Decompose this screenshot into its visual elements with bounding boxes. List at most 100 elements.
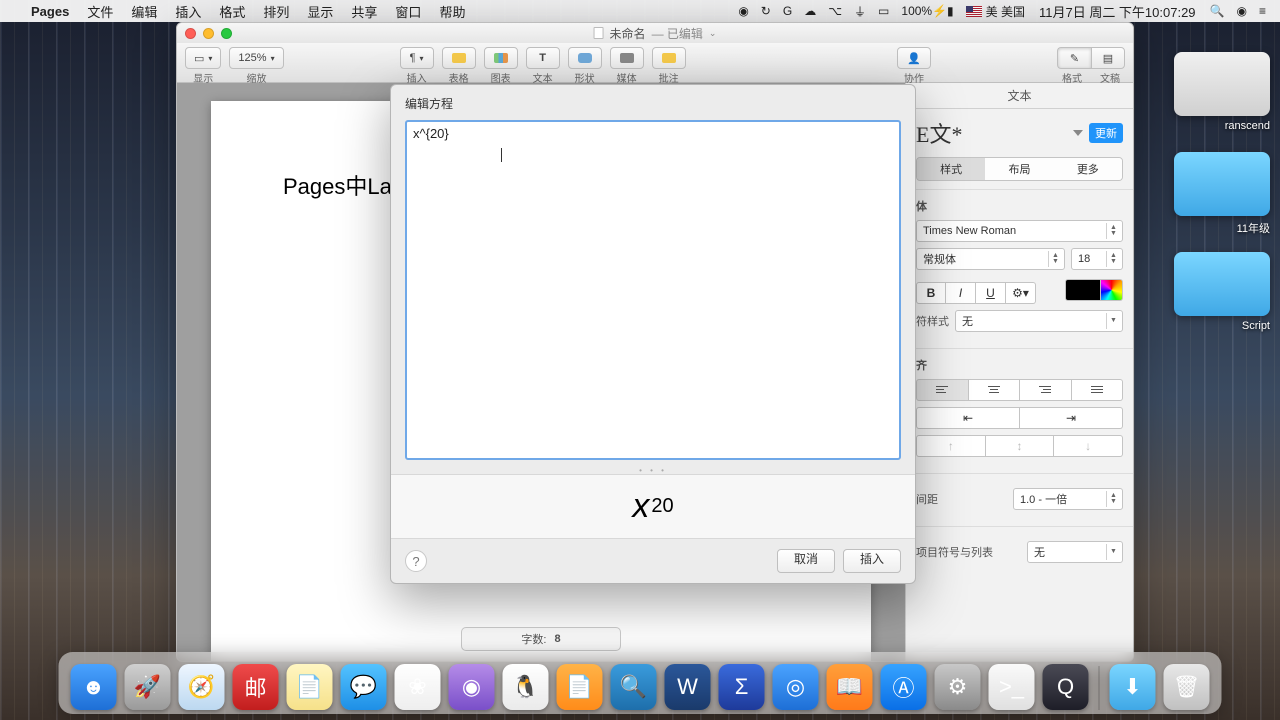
fullscreen-button[interactable] <box>221 28 232 39</box>
menu-arrange[interactable]: 排列 <box>254 2 298 21</box>
font-size-stepper[interactable]: 18 ▲▼ <box>1071 248 1123 270</box>
tab-style[interactable]: 样式 <box>917 158 985 180</box>
desktop-drive[interactable] <box>1174 52 1270 116</box>
menubar-spotlight-icon[interactable]: 🔍 <box>1204 4 1231 18</box>
underline-button[interactable]: U <box>976 282 1006 304</box>
dock-messages[interactable]: 💬 <box>341 664 387 710</box>
menubar-clock[interactable]: 11月7日 周二 下午10:07:29 <box>1031 2 1204 21</box>
menubar-wifi-icon[interactable]: ⏚ <box>848 3 872 20</box>
dock-finder[interactable]: ☻ <box>71 664 117 710</box>
tab-more[interactable]: 更多 <box>1054 158 1122 180</box>
toolbar-format-button[interactable]: ✎ <box>1057 47 1091 69</box>
menubar-logitech-icon[interactable]: G <box>777 4 798 18</box>
dock-podcasts[interactable]: ◉ <box>449 664 495 710</box>
menu-file[interactable]: 文件 <box>78 2 122 21</box>
menubar-bluetooth-icon[interactable]: ⌥ <box>822 4 848 18</box>
dock-launchpad[interactable]: 🚀 <box>125 664 171 710</box>
toolbar-document-button[interactable]: ▤ <box>1091 47 1125 69</box>
paragraph-style-caret-icon[interactable] <box>1073 130 1083 136</box>
update-style-button[interactable]: 更新 <box>1089 123 1123 143</box>
close-button[interactable] <box>185 28 196 39</box>
bold-button[interactable]: B <box>916 282 946 304</box>
menu-format[interactable]: 格式 <box>210 2 254 21</box>
toolbar-shape-button[interactable] <box>568 47 602 69</box>
dock-pages[interactable]: 📄 <box>557 664 603 710</box>
toolbar-collab-button[interactable]: 👤 <box>897 47 931 69</box>
indent-decrease-button[interactable]: ⇤ <box>916 407 1020 429</box>
desktop-folder-2[interactable] <box>1174 252 1270 316</box>
align-center-button[interactable] <box>969 379 1021 401</box>
dock-photos[interactable]: ❀ <box>395 664 441 710</box>
menubar-input-method[interactable]: 美 美国 <box>960 3 1031 20</box>
dock-touchid[interactable]: ◎ <box>773 664 819 710</box>
menubar-cloud-icon[interactable]: ☁ <box>798 4 822 18</box>
dock-qq[interactable]: 🐧 <box>503 664 549 710</box>
toolbar-zoom-button[interactable]: 125%▾ <box>229 47 283 69</box>
toolbar-table-button[interactable] <box>442 47 476 69</box>
titlebar[interactable]: 未命名 — 已编辑 ⌄ <box>177 23 1133 43</box>
toolbar-view-button[interactable]: ▭▾ <box>185 47 221 69</box>
menu-view[interactable]: 显示 <box>298 2 342 21</box>
dock-ibooks[interactable]: 📖 <box>827 664 873 710</box>
title-caret-icon[interactable]: ⌄ <box>709 28 717 39</box>
char-style-label: 符样式 <box>916 313 949 329</box>
font-more-button[interactable]: ⚙▾ <box>1006 282 1036 304</box>
color-wheel-button[interactable] <box>1101 279 1123 301</box>
dock-sigma[interactable]: Σ <box>719 664 765 710</box>
dock-downloads[interactable]: ⬇ <box>1110 664 1156 710</box>
italic-button[interactable]: I <box>946 282 976 304</box>
toolbar-media-button[interactable] <box>610 47 644 69</box>
toolbar-comment-button[interactable] <box>652 47 686 69</box>
dock-appstore[interactable]: Ⓐ <box>881 664 927 710</box>
dock-terminal[interactable]: >_ <box>989 664 1035 710</box>
menu-help[interactable]: 帮助 <box>430 2 474 21</box>
menu-edit[interactable]: 编辑 <box>122 2 166 21</box>
menubar-airplay-icon[interactable]: ▭ <box>872 4 895 18</box>
line-spacing-select[interactable]: 1.0 - 一倍 ▲▼ <box>1013 488 1123 510</box>
menubar-sync-icon[interactable]: ↻ <box>755 4 777 18</box>
word-count-pill[interactable]: 字数: 8 <box>461 627 621 651</box>
dock-settings[interactable]: ⚙ <box>935 664 981 710</box>
tab-layout[interactable]: 布局 <box>985 158 1053 180</box>
desktop-folder-1[interactable] <box>1174 152 1270 216</box>
valign-middle-button[interactable]: ↕ <box>986 435 1055 457</box>
equation-input[interactable]: x^{20} <box>405 120 901 460</box>
font-style-select[interactable]: 常规体 ▲▼ <box>916 248 1065 270</box>
char-style-select[interactable]: 无 ▼ <box>955 310 1123 332</box>
align-left-button[interactable] <box>916 379 969 401</box>
menu-insert[interactable]: 插入 <box>166 2 210 21</box>
dock-preview[interactable]: 🔍 <box>611 664 657 710</box>
menubar-record-icon[interactable]: ◉ <box>732 4 754 18</box>
word-count-label: 字数: <box>521 631 546 647</box>
text-color-swatch[interactable] <box>1065 279 1101 301</box>
insert-button[interactable]: 插入 <box>843 549 901 573</box>
cancel-button[interactable]: 取消 <box>777 549 835 573</box>
help-button[interactable]: ? <box>405 550 427 572</box>
align-justify-button[interactable] <box>1072 379 1124 401</box>
dock-word[interactable]: W <box>665 664 711 710</box>
align-center-icon <box>988 386 1000 395</box>
toolbar-insert-button[interactable]: ¶▾ <box>400 47 434 69</box>
valign-bottom-button[interactable]: ↓ <box>1054 435 1123 457</box>
toolbar-chart-button[interactable] <box>484 47 518 69</box>
bullets-select[interactable]: 无 ▼ <box>1027 541 1123 563</box>
font-family-select[interactable]: Times New Roman ▲▼ <box>916 220 1123 242</box>
resize-handle-icon[interactable]: • • • <box>391 466 915 474</box>
indent-increase-button[interactable]: ⇥ <box>1020 407 1123 429</box>
menu-share[interactable]: 共享 <box>342 2 386 21</box>
menubar-siri-icon[interactable]: ◉ <box>1231 4 1253 18</box>
menubar-battery[interactable]: 100% ⚡▮ <box>895 4 959 18</box>
app-menu[interactable]: Pages <box>22 4 78 19</box>
minimize-button[interactable] <box>203 28 214 39</box>
paragraph-style-name[interactable]: E文* <box>916 117 1067 149</box>
dock-notes[interactable]: 📄 <box>287 664 333 710</box>
align-right-button[interactable] <box>1020 379 1072 401</box>
valign-top-button[interactable]: ↑ <box>916 435 986 457</box>
dock-trash[interactable]: 🗑 <box>1164 664 1210 710</box>
toolbar-text-button[interactable]: T <box>526 47 560 69</box>
dock-quicktime[interactable]: Q <box>1043 664 1089 710</box>
menu-window[interactable]: 窗口 <box>386 2 430 21</box>
menubar-notification-icon[interactable]: ≡ <box>1253 4 1272 18</box>
dock-safari[interactable]: 🧭 <box>179 664 225 710</box>
dock-mail[interactable]: 邮 <box>233 664 279 710</box>
